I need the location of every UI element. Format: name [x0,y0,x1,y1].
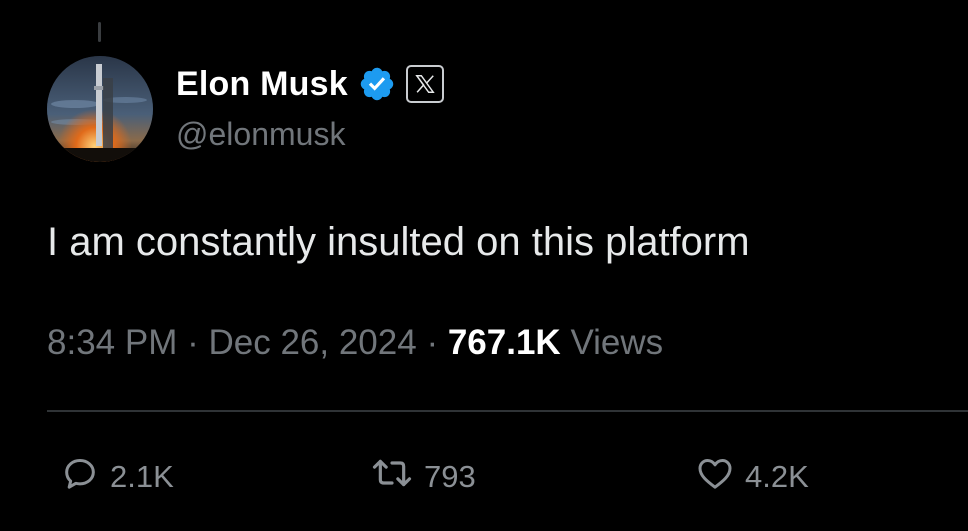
retweet-button[interactable]: 793 [370,454,476,500]
views-count[interactable]: 767.1K [448,323,561,362]
reply-icon [60,453,100,501]
meta-separator: · [426,323,439,362]
tweet-meta: 8:34 PM · Dec 26, 2024 · 767.1K Views [47,322,663,364]
reply-count: 2.1K [110,459,174,494]
retweet-count: 793 [424,459,476,494]
divider [47,410,968,412]
verified-badge-icon [358,65,396,103]
avatar-image [47,56,153,162]
author-handle[interactable]: @elonmusk [176,118,345,150]
reply-button[interactable]: 2.1K [60,454,174,500]
like-button[interactable]: 4.2K [695,454,809,500]
heart-icon [695,453,735,501]
like-count: 4.2K [745,459,809,494]
meta-separator: · [187,323,199,362]
tweet-time[interactable]: 8:34 PM [47,323,177,362]
tweet-date[interactable]: Dec 26, 2024 [208,323,416,362]
avatar[interactable] [47,56,153,162]
tweet-text: I am constantly insulted on this platfor… [47,220,750,264]
views-label: Views [570,323,664,362]
retweet-icon [370,453,414,501]
author-name-row: Elon Musk [176,62,444,106]
x-logo-icon [405,65,444,103]
thread-connector-line [98,22,101,42]
author-display-name[interactable]: Elon Musk [176,67,348,101]
